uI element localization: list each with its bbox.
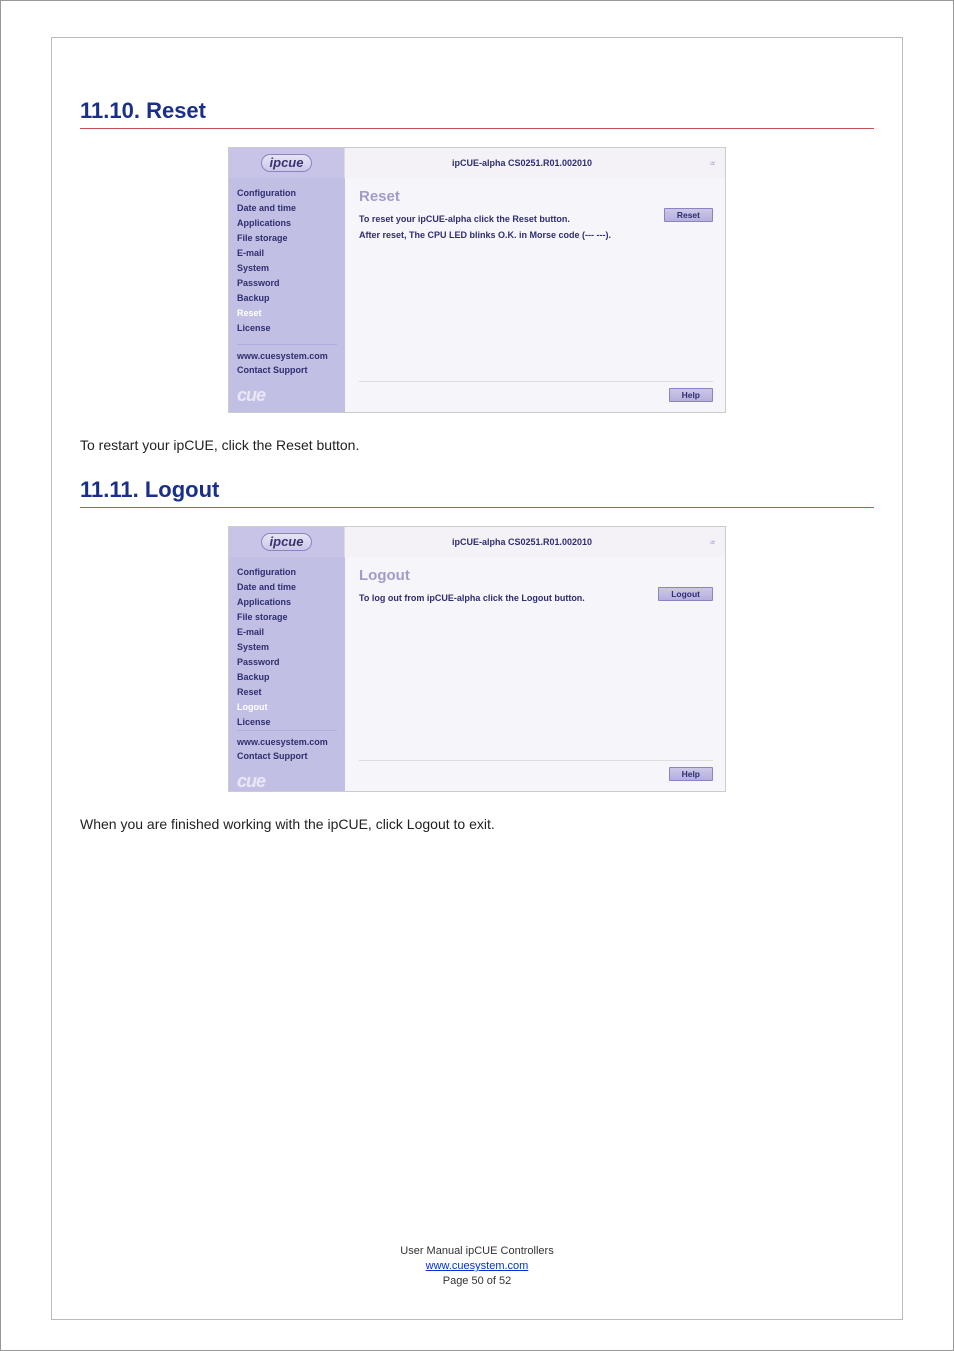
topbar: ipcue ipCUE-alpha CS0251.R01.002010 ∝ [229,148,725,178]
sidebar-item[interactable]: Configuration [237,186,337,201]
section-heading-reset: 11.10. Reset [80,98,874,124]
logo-box: ipcue [229,527,345,557]
sidebar-item[interactable]: Date and time [237,201,337,216]
sidebar-item[interactable]: System [237,261,337,276]
panel-line2: After reset, The CPU LED blinks O.K. in … [359,227,713,243]
sidebar-item[interactable]: File storage [237,610,337,625]
ipcue-window-logout: ipcue ipCUE-alpha CS0251.R01.002010 ∝ Co… [228,526,726,792]
screenshot-reset-wrap: ipcue ipCUE-alpha CS0251.R01.002010 ∝ Co… [80,147,874,413]
main-footer: Help [359,381,713,402]
main-footer: Help [359,760,713,781]
topbar: ipcue ipCUE-alpha CS0251.R01.002010 ∝ [229,527,725,557]
sidebar-link-site[interactable]: www.cuesystem.com [237,735,337,749]
sidebar: ConfigurationDate and timeApplicationsFi… [229,178,345,412]
page-footer: User Manual ipCUE Controllers www.cuesys… [52,1244,902,1289]
sidebar-item[interactable]: Backup [237,670,337,685]
screenshot-logout-wrap: ipcue ipCUE-alpha CS0251.R01.002010 ∝ Co… [80,526,874,792]
footer-link[interactable]: www.cuesystem.com [426,1260,529,1272]
sidebar-item[interactable]: System [237,640,337,655]
body-text-reset: To restart your ipCUE, click the Reset b… [80,437,874,453]
panel-line1: To reset your ipCUE-alpha click the Rese… [359,211,713,227]
sidebar-item[interactable]: Logout [237,700,337,715]
reset-button[interactable]: Reset [664,208,713,222]
app-title: ipCUE-alpha CS0251.R01.002010 [345,158,699,168]
ipcue-logo: ipcue [261,154,313,172]
app-title: ipCUE-alpha CS0251.R01.002010 [345,537,699,547]
help-button[interactable]: Help [669,767,713,781]
sidebar-item[interactable]: Date and time [237,580,337,595]
sidebar-nav: ConfigurationDate and timeApplicationsFi… [237,186,337,336]
main-panel: Logout Logout To log out from ipCUE-alph… [345,557,725,791]
sidebar-item[interactable]: Applications [237,216,337,231]
section-rule [80,128,874,129]
corner-icon: ∝ [699,527,725,557]
main-panel: Reset Reset To reset your ipCUE-alpha cl… [345,178,725,412]
sidebar-item[interactable]: Password [237,276,337,291]
help-button[interactable]: Help [669,388,713,402]
sidebar-item[interactable]: Reset [237,685,337,700]
sidebar-link-contact[interactable]: Contact Support [237,363,337,377]
sidebar-item[interactable]: License [237,321,337,336]
corner-icon: ∝ [699,148,725,178]
sidebar: ConfigurationDate and timeApplicationsFi… [229,557,345,791]
brand-text: cue [237,385,337,406]
ipcue-window-reset: ipcue ipCUE-alpha CS0251.R01.002010 ∝ Co… [228,147,726,413]
body-text-logout: When you are finished working with the i… [80,816,874,832]
sidebar-nav: ConfigurationDate and timeApplicationsFi… [237,565,337,730]
panel-heading: Logout [359,567,713,584]
sidebar-item[interactable]: Reset [237,306,337,321]
sidebar-bottom-links: www.cuesystem.com Contact Support [237,344,337,377]
brand-text: cue [237,771,337,792]
sidebar-item[interactable]: Password [237,655,337,670]
ipcue-logo: ipcue [261,533,313,551]
panel-heading: Reset [359,188,713,205]
sidebar-link-site[interactable]: www.cuesystem.com [237,349,337,363]
sidebar-item[interactable]: E-mail [237,625,337,640]
section-heading-logout: 11.11. Logout [80,477,874,503]
footer-line1: User Manual ipCUE Controllers [52,1244,902,1259]
sidebar-item[interactable]: File storage [237,231,337,246]
logo-box: ipcue [229,148,345,178]
footer-line3: Page 50 of 52 [52,1274,902,1289]
sidebar-item[interactable]: E-mail [237,246,337,261]
logout-button[interactable]: Logout [658,587,713,601]
sidebar-item[interactable]: Applications [237,595,337,610]
sidebar-item[interactable]: License [237,715,337,730]
sidebar-item[interactable]: Backup [237,291,337,306]
section-rule [80,507,874,508]
sidebar-item[interactable]: Configuration [237,565,337,580]
sidebar-bottom-links: www.cuesystem.com Contact Support [237,730,337,763]
sidebar-link-contact[interactable]: Contact Support [237,749,337,763]
